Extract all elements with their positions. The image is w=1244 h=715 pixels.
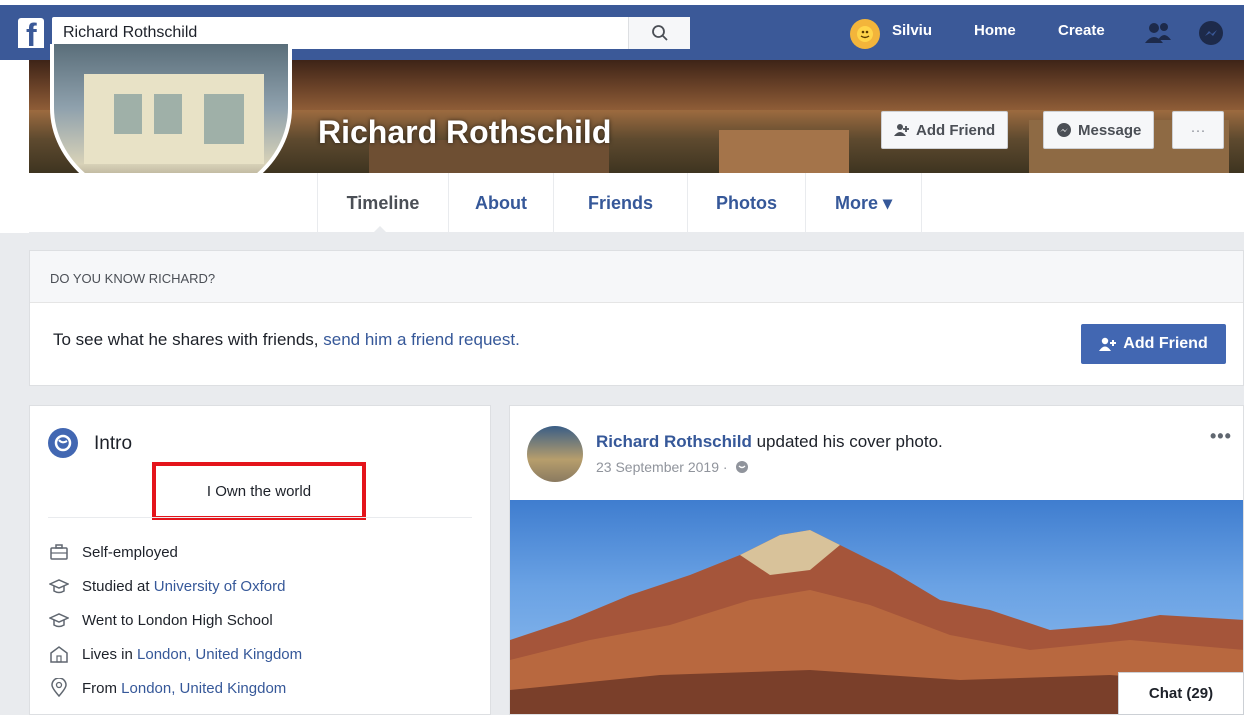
nav-home[interactable]: Home <box>974 22 1016 39</box>
post-author-link[interactable]: Richard Rothschild <box>596 432 752 451</box>
intro-divider <box>48 517 472 518</box>
post-timestamp[interactable]: 23 September 2019 · <box>596 459 728 475</box>
intro-row-lives-text: Lives in <box>82 645 133 663</box>
education-icon <box>48 576 70 596</box>
chat-button[interactable]: Chat (29) <box>1118 672 1244 715</box>
emoji-face-icon <box>857 26 873 42</box>
add-friend-primary-button[interactable]: Add Friend <box>1081 324 1226 364</box>
profile-tabs: Timeline About Friends Photos More ▾ <box>29 173 1244 233</box>
messenger-icon[interactable] <box>1197 20 1225 48</box>
message-button[interactable]: Message <box>1043 111 1155 149</box>
profile-picture-window <box>114 94 142 134</box>
search-button[interactable] <box>628 17 690 49</box>
globe-icon <box>48 428 78 458</box>
tab-timeline[interactable]: Timeline <box>317 173 449 233</box>
intro-title: Intro <box>94 433 133 454</box>
tab-friends[interactable]: Friends <box>554 173 688 233</box>
privacy-globe-icon[interactable] <box>735 460 749 474</box>
friend-request-link[interactable]: send him a friend request. <box>323 330 520 349</box>
post-author-avatar[interactable] <box>527 426 583 482</box>
message-label: Message <box>1078 121 1142 139</box>
profile-picture-window <box>204 94 244 144</box>
intro-card: Intro I Own the world Self-employed Stud… <box>29 405 491 715</box>
intro-row-education-text: Studied at <box>82 577 150 595</box>
facebook-logo-letter: f <box>26 18 37 48</box>
do-you-know-heading: DO YOU KNOW RICHARD? <box>50 271 216 286</box>
post-header: Richard Rothschild updated his cover pho… <box>596 432 943 452</box>
intro-row-school: Went to London High School <box>48 610 273 630</box>
home-icon <box>48 644 70 664</box>
facebook-logo[interactable]: f <box>18 18 44 48</box>
add-friend-icon <box>894 124 909 136</box>
tab-photos[interactable]: Photos <box>688 173 806 233</box>
intro-row-lives: Lives in London, United Kingdom <box>48 644 302 664</box>
intro-row-school-text: Went to London High School <box>82 611 273 629</box>
friend-requests-icon[interactable] <box>1144 20 1172 46</box>
nav-create[interactable]: Create <box>1058 22 1105 39</box>
do-you-know-card: DO YOU KNOW RICHARD? To see what he shar… <box>29 250 1244 386</box>
profile-more-button[interactable]: ··· <box>1172 111 1224 149</box>
do-you-know-header: DO YOU KNOW RICHARD? <box>30 251 1243 303</box>
school-icon <box>48 610 70 630</box>
tab-about[interactable]: About <box>449 173 554 233</box>
post-date: 23 September 2019 · <box>596 459 749 475</box>
bio-text: I Own the world <box>152 462 366 520</box>
profile-picture-window <box>154 94 182 134</box>
cover-building <box>719 130 849 173</box>
user-avatar[interactable] <box>850 19 880 49</box>
work-icon <box>48 542 70 562</box>
timeline-post: Richard Rothschild updated his cover pho… <box>509 405 1244 715</box>
post-action-text: updated his cover photo. <box>756 432 943 451</box>
intro-row-work: Self-employed <box>48 542 178 562</box>
do-you-know-message: To see what he shares with friends, <box>53 330 319 349</box>
post-options-button[interactable]: ••• <box>1210 426 1232 447</box>
intro-row-work-text: Self-employed <box>82 543 178 561</box>
add-friend-label: Add Friend <box>916 121 996 139</box>
do-you-know-text: To see what he shares with friends, send… <box>53 330 520 350</box>
intro-row-from: From London, United Kingdom <box>48 678 286 698</box>
profile-name: Richard Rothschild <box>318 114 612 150</box>
add-friend-primary-label: Add Friend <box>1123 335 1208 352</box>
messenger-icon <box>1057 123 1071 137</box>
intro-row-education: Studied at University of Oxford <box>48 576 285 596</box>
from-location-link[interactable]: London, United Kingdom <box>121 680 286 697</box>
add-friend-button[interactable]: Add Friend <box>881 111 1009 149</box>
add-friend-icon <box>1099 337 1117 351</box>
nav-user-name[interactable]: Silviu <box>892 22 932 39</box>
search-icon <box>651 25 668 41</box>
tab-more[interactable]: More ▾ <box>806 173 922 233</box>
intro-row-from-text: From <box>82 679 117 697</box>
lives-location-link[interactable]: London, United Kingdom <box>137 646 302 663</box>
location-pin-icon <box>48 678 70 698</box>
university-link[interactable]: University of Oxford <box>154 578 286 595</box>
